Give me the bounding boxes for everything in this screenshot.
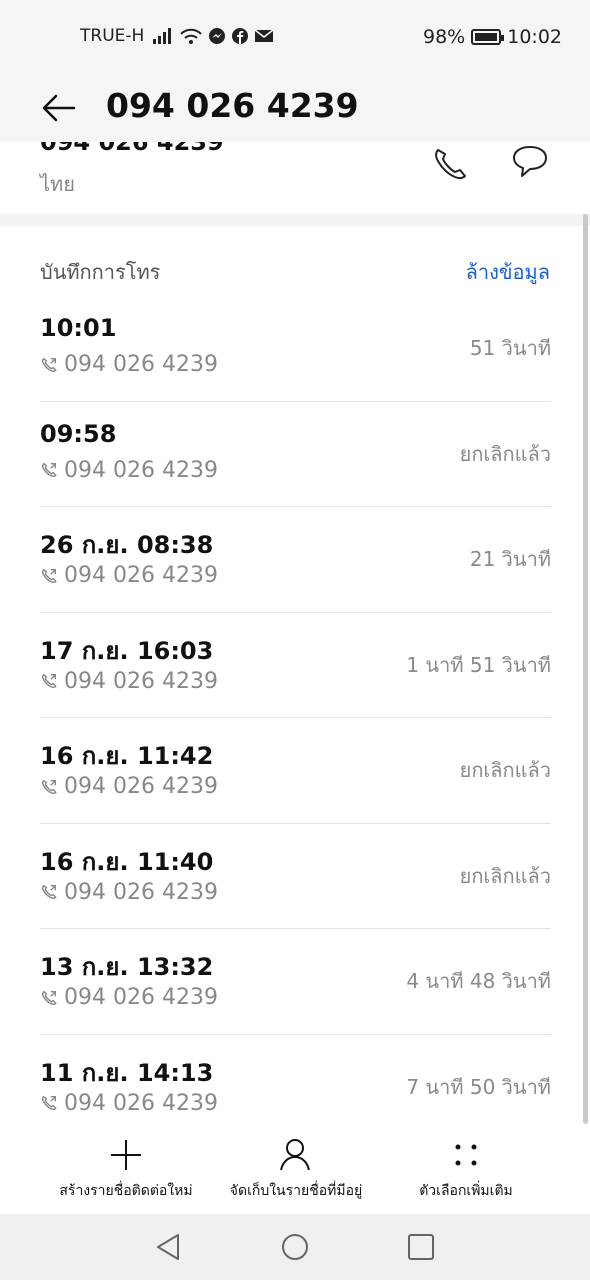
call-duration: 4 นาที 48 วินาที	[406, 969, 551, 993]
call-log-row[interactable]: 17 ก.ย. 16:03 094 026 4239 1 นาที 51 วินาท…	[40, 613, 551, 718]
clear-log-button[interactable]: ล้างข้อมูล	[466, 256, 550, 288]
call-number: 094 026 4239	[40, 774, 218, 799]
more-dots-icon	[455, 1144, 477, 1166]
nav-back-icon[interactable]	[154, 1232, 184, 1262]
call-time: 09:58	[40, 419, 117, 448]
wifi-icon	[180, 28, 203, 44]
call-number-text: 094 026 4239	[64, 879, 218, 905]
contact-card: 094 026 4239 ไทย	[0, 142, 590, 214]
status-bar: TRUE-H 98% 10:02	[0, 0, 590, 72]
signal-icon	[153, 28, 172, 44]
call-time: 11 ก.ย. 14:13	[40, 1058, 214, 1087]
save-to-existing-label: จัดเก็บในรายชื่อที่มีอยู่	[229, 1183, 363, 1199]
messenger-icon	[209, 28, 226, 44]
call-duration: 7 นาที 50 วินาที	[406, 1074, 551, 1099]
call-time: 16 ก.ย. 11:40	[40, 847, 214, 876]
call-number: 094 026 4239	[40, 880, 218, 905]
call-log-row[interactable]: 11 ก.ย. 14:13 094 026 4239 7 นาที 50 วินาท…	[40, 1035, 551, 1141]
call-number-text: 094 026 4239	[64, 352, 218, 377]
call-log-list: 10:01 094 026 4239 51 วินาที 09:58 094 026 4…	[40, 296, 551, 1140]
call-log-title: บันทึกการโทร	[40, 260, 161, 284]
call-number: 094 026 4239	[40, 458, 218, 483]
nav-home-icon[interactable]	[280, 1232, 310, 1262]
new-contact-button[interactable]: สร้างรายชื่อติดต่อใหม่	[46, 1136, 206, 1202]
call-number-text: 094 026 4239	[64, 563, 218, 588]
call-log-row[interactable]: 16 ก.ย. 11:42 094 026 4239 ยกเลิกแล้ว	[40, 718, 551, 824]
more-options-button[interactable]: ตัวเลือกเพิ่มเติม	[396, 1136, 536, 1202]
call-number-text: 094 026 4239	[64, 457, 218, 483]
call-type-icon	[42, 1095, 57, 1111]
nav-recents-icon[interactable]	[406, 1232, 436, 1262]
call-type-icon	[42, 673, 57, 689]
call-number-text: 094 026 4239	[64, 1090, 218, 1116]
call-number-text: 094 026 4239	[64, 985, 218, 1010]
call-number-text: 094 026 4239	[64, 668, 218, 694]
call-time: 17 ก.ย. 16:03	[40, 636, 214, 665]
new-contact-label: สร้างรายชื่อติดต่อใหม่	[59, 1183, 193, 1199]
call-duration: ยกเลิกแล้ว	[459, 863, 551, 888]
call-type-icon	[42, 990, 57, 1005]
call-duration: ยกเลิกแล้ว	[459, 441, 551, 466]
person-icon	[280, 1139, 310, 1171]
call-number-text: 094 026 4239	[64, 774, 218, 799]
call-log-row[interactable]: 13 ก.ย. 13:32 094 026 4239 4 นาที 48 วินาท…	[40, 929, 551, 1035]
contact-number: 094 026 4239	[40, 142, 224, 156]
page-title: 094 026 4239	[106, 86, 359, 125]
facebook-icon	[232, 28, 249, 44]
battery-icon	[471, 29, 505, 45]
call-log-row[interactable]: 16 ก.ย. 11:40 094 026 4239 ยกเลิกแล้ว	[40, 824, 551, 929]
call-number: 094 026 4239	[40, 985, 218, 1010]
call-type-icon	[42, 568, 57, 583]
call-duration: 21 วินาที	[469, 547, 551, 571]
call-number: 094 026 4239	[40, 563, 218, 588]
app-bar: 094 026 4239	[0, 72, 590, 142]
call-type-icon	[42, 884, 57, 900]
call-time: 10:01	[40, 314, 117, 342]
call-type-icon	[42, 462, 57, 478]
call-duration: 1 นาที 51 วินาที	[406, 652, 551, 677]
battery-percent: 98%	[423, 26, 466, 48]
call-type-icon	[42, 357, 57, 372]
call-duration: ยกเลิกแล้ว	[459, 758, 551, 782]
call-number: 094 026 4239	[40, 352, 218, 377]
call-icon[interactable]	[430, 144, 470, 184]
call-time: 16 ก.ย. 11:42	[40, 742, 214, 770]
contact-country: ไทย	[40, 172, 75, 196]
call-number: 094 026 4239	[40, 669, 218, 694]
call-time: 13 ก.ย. 13:32	[40, 953, 214, 981]
message-icon[interactable]	[508, 144, 552, 184]
call-time: 26 ก.ย. 08:38	[40, 531, 214, 559]
save-to-existing-button[interactable]: จัดเก็บในรายชื่อที่มีอยู่	[216, 1136, 376, 1202]
more-options-label: ตัวเลือกเพิ่มเติม	[419, 1183, 513, 1199]
call-log-row[interactable]: 09:58 094 026 4239 ยกเลิกแล้ว	[40, 402, 551, 507]
carrier-label: TRUE-H	[80, 26, 145, 46]
call-type-icon	[42, 779, 57, 794]
scrollbar[interactable]	[583, 214, 588, 1124]
call-log-row[interactable]: 10:01 094 026 4239 51 วินาที	[40, 296, 551, 402]
call-duration: 51 วินาที	[469, 336, 551, 360]
call-number: 094 026 4239	[40, 1091, 218, 1116]
back-arrow-icon[interactable]	[38, 88, 78, 128]
system-nav-bar	[0, 1214, 590, 1280]
mail-icon	[254, 29, 274, 42]
bottom-action-bar: สร้างรายชื่อติดต่อใหม่ จัดเก็บในรายชื่อท…	[0, 1126, 590, 1214]
plus-icon	[111, 1140, 141, 1170]
call-log-row[interactable]: 26 ก.ย. 08:38 094 026 4239 21 วินาที	[40, 507, 551, 613]
clock: 10:02	[507, 26, 562, 48]
call-log-panel: บันทึกการโทร ล้างข้อมูล 10:01 094 026 423…	[0, 226, 590, 1126]
